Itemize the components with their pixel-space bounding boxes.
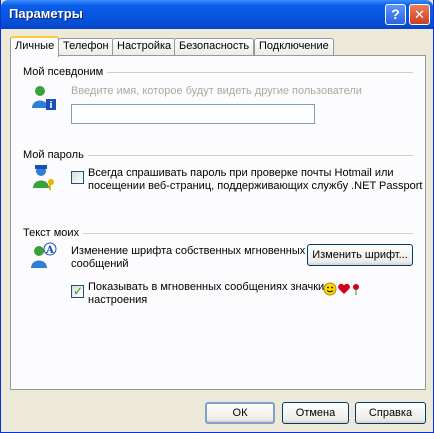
messenger-user-font-icon: A — [31, 242, 57, 268]
change-font-line1: Изменение шрифта собственных мгновенных — [71, 245, 306, 257]
show-emoticons-line1: Показывать в мгновенных сообщениях значк… — [88, 281, 325, 293]
title-bar[interactable]: Параметры ? ✕ — [1, 0, 433, 29]
show-emoticons-checkbox[interactable]: ✓ — [71, 284, 84, 298]
emoticons-preview-icon — [323, 282, 359, 296]
text-group-title: Текст моих — [23, 227, 84, 239]
password-group-title: Мой пароль — [23, 149, 88, 161]
nickname-hint: Введите имя, которое будут видеть другие… — [71, 85, 362, 97]
close-button[interactable]: ✕ — [409, 4, 430, 25]
help-title-button[interactable]: ? — [385, 4, 406, 25]
password-group-divider — [81, 155, 413, 156]
change-font-line2: сообщений — [71, 258, 129, 270]
always-ask-password-line1: Всегда спрашивать пароль при проверке по… — [88, 167, 394, 179]
show-emoticons-line2: настроения — [88, 294, 148, 306]
change-font-button[interactable]: Изменить шрифт... — [307, 244, 413, 266]
text-group-divider — [81, 233, 413, 234]
nickname-group-divider — [99, 72, 413, 73]
checkmark-icon: ✓ — [73, 284, 84, 298]
tab-phone[interactable]: Телефон — [58, 38, 114, 55]
svg-text:A: A — [45, 245, 54, 256]
always-ask-password-line2: посещении веб-страниц, поддерживающих сл… — [88, 180, 423, 192]
tab-preferences[interactable]: Настройка — [112, 38, 177, 55]
always-ask-password-checkbox[interactable] — [71, 171, 84, 184]
tab-security[interactable]: Безопасность — [174, 38, 255, 55]
tab-panel-personal: Мой псевдоним i Введите имя, которое буд… — [10, 55, 426, 390]
tab-personal[interactable]: Личные — [10, 36, 60, 57]
window-title: Параметры — [9, 6, 83, 21]
tab-connection[interactable]: Подключение — [254, 38, 334, 55]
svg-text:i: i — [49, 101, 52, 111]
nickname-input[interactable] — [71, 104, 315, 124]
cancel-button[interactable]: Отмена — [282, 402, 349, 424]
help-button[interactable]: Справка — [355, 402, 426, 424]
messenger-user-info-icon: i — [32, 86, 56, 111]
ok-button[interactable]: ОК — [205, 402, 275, 424]
messenger-user-key-icon — [33, 165, 54, 190]
nickname-group-title: Мой псевдоним — [23, 66, 108, 78]
options-dialog: Параметры ? ✕ Личные Телефон Настройка Б… — [0, 0, 434, 433]
